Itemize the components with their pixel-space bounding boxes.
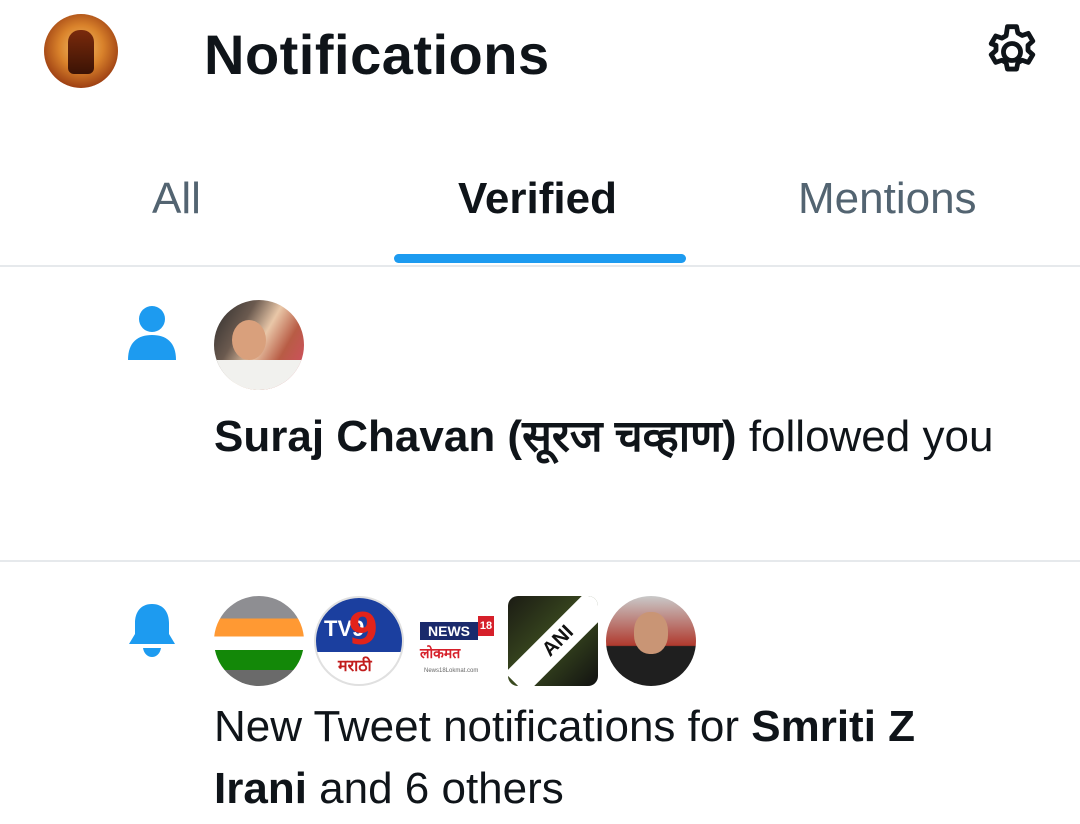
tv9-marathi: मराठी (338, 658, 372, 675)
news18-number: 18 (478, 616, 494, 636)
notification-text: Suraj Chavan (सूरज चव्हाण) followed you (214, 406, 1014, 468)
avatar-tv9[interactable]: TV9 9 मराठी (314, 596, 404, 686)
avatar-figure (68, 30, 94, 74)
tabs-divider (0, 265, 1080, 267)
avatar-smriti[interactable] (606, 596, 696, 686)
active-tab-indicator (394, 254, 686, 263)
notification-action: followed you (736, 412, 994, 461)
avatar-news18[interactable]: NEWS 18 लोकमत News18Lokmat.com (414, 616, 494, 678)
notification-prefix: New Tweet notifications for (214, 702, 752, 751)
avatar-face (634, 612, 668, 654)
page-title: Notifications (204, 23, 550, 86)
person-icon (128, 306, 176, 360)
tab-mentions[interactable]: Mentions (798, 174, 977, 224)
avatar[interactable] (214, 300, 304, 390)
news18-site: News18Lokmat.com (424, 668, 479, 674)
gear-icon[interactable] (980, 20, 1044, 84)
news18-logo-text: NEWS (420, 622, 478, 640)
tv9-nine: 9 (348, 604, 379, 655)
tab-verified[interactable]: Verified (458, 174, 617, 224)
avatar-shirt (214, 360, 304, 390)
top-bar: Notifications (0, 0, 1080, 110)
profile-avatar[interactable] (44, 14, 118, 88)
avatar-ani[interactable]: ANI (508, 596, 598, 686)
ani-logo-text: ANI (508, 596, 598, 686)
avatar-flag[interactable] (214, 596, 304, 686)
notification-text: New Tweet notifications for Smriti Z Ira… (214, 696, 1014, 820)
user-name[interactable]: Suraj Chavan (सूरज चव्हाण) (214, 412, 737, 461)
notification-suffix: and 6 others (306, 764, 564, 813)
row-divider (0, 560, 1080, 562)
avatar-face (232, 320, 266, 360)
news18-lokmat: लोकमत (420, 645, 461, 661)
tab-all[interactable]: All (152, 174, 201, 224)
notification-tabs: All Verified Mentions (0, 150, 1080, 265)
bell-icon (129, 604, 175, 657)
